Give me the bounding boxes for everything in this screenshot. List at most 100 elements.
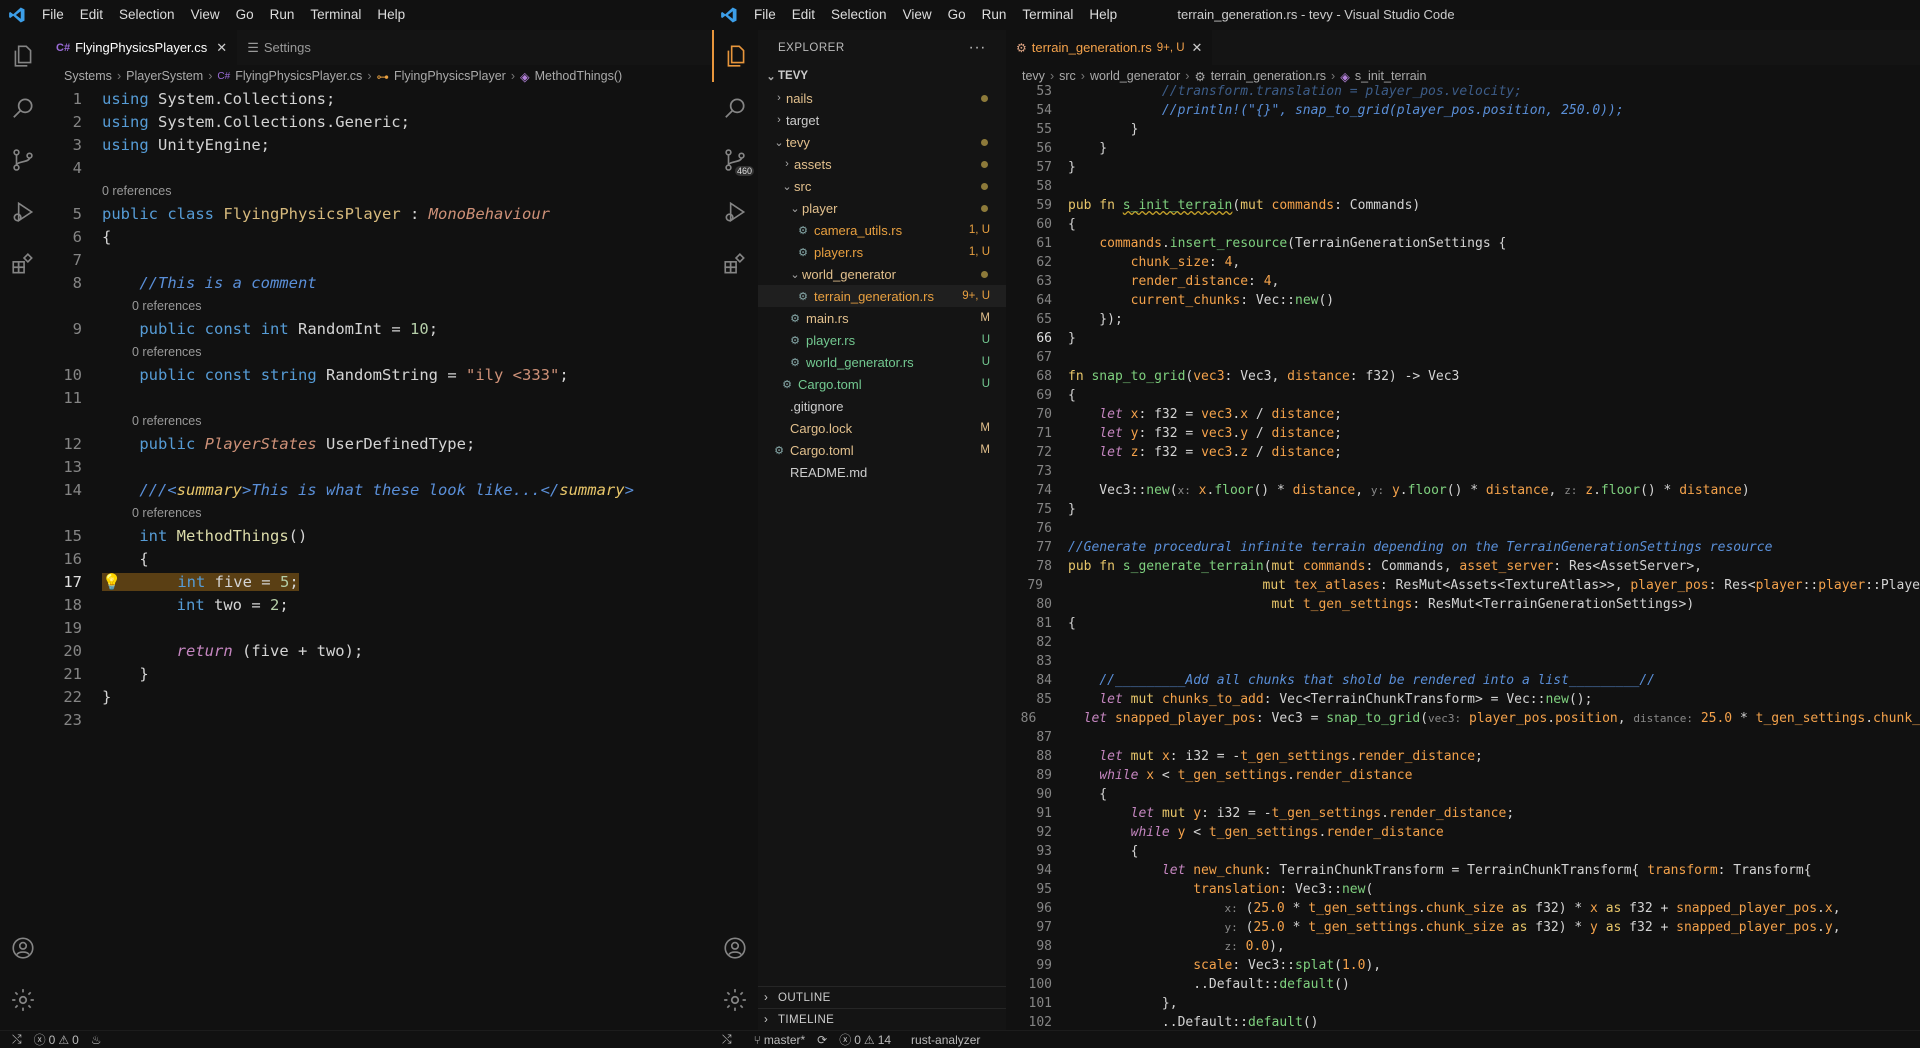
search-icon[interactable] <box>0 82 46 134</box>
right-menu-bar: File Edit Selection View Go Run Terminal… <box>746 0 1125 30</box>
left-vscode-window: File Edit Selection View Go Run Terminal… <box>0 0 712 1048</box>
source-control-icon[interactable]: 460 <box>712 134 758 186</box>
right-code-editor[interactable]: 53 //transform.translation = player_pos.… <box>1006 82 1920 1030</box>
menu-selection[interactable]: Selection <box>111 0 183 30</box>
run-debug-icon[interactable] <box>0 186 46 238</box>
tree-folder[interactable]: ⌄ tevy <box>758 131 1006 153</box>
breadcrumb-item[interactable]: PlayerSystem <box>126 69 203 83</box>
menu-view[interactable]: View <box>183 0 228 30</box>
tab-settings[interactable]: ☰ Settings <box>237 30 321 65</box>
menu-go[interactable]: Go <box>940 0 974 30</box>
code-lens[interactable]: 0 references <box>46 180 712 203</box>
menu-edit[interactable]: Edit <box>784 0 823 30</box>
breadcrumb-item[interactable]: s_init_terrain <box>1355 69 1427 83</box>
left-code-editor[interactable]: 1 using System.Collections; 2 using System.… <box>46 88 712 1030</box>
breadcrumb-item[interactable]: FlyingPhysicsPlayer <box>394 69 506 83</box>
menu-file[interactable]: File <box>34 0 72 30</box>
breadcrumb-item[interactable]: Systems <box>64 69 112 83</box>
code-line: 82 <box>1036 635 1052 650</box>
outline-section[interactable]: › OUTLINE <box>758 986 1006 1008</box>
workspace-root[interactable]: ⌄ TEVY <box>758 65 1006 87</box>
menu-help[interactable]: Help <box>1081 0 1125 30</box>
remote-icon[interactable]: ⤭ <box>0 1032 28 1047</box>
menu-help[interactable]: Help <box>369 0 413 30</box>
tab-terrain-generation[interactable]: ⚙ terrain_generation.rs 9+, U ✕ <box>1006 30 1213 65</box>
breadcrumb-item[interactable]: FlyingPhysicsPlayer.cs <box>235 69 362 83</box>
more-actions-icon[interactable]: ··· <box>969 39 986 57</box>
code-line: 60{ <box>1036 217 1076 232</box>
problems-indicator[interactable]: ⓧ 0 ⚠ 0 <box>28 1031 85 1048</box>
breadcrumb-item[interactable]: MethodThings() <box>535 69 623 83</box>
code-line: 55 } <box>1036 122 1139 137</box>
rust-analyzer-status[interactable]: rust-analyzer <box>905 1033 986 1047</box>
code-lens[interactable]: 0 references <box>46 410 712 433</box>
menu-terminal[interactable]: Terminal <box>1014 0 1081 30</box>
modified-dot-icon <box>981 160 988 168</box>
breadcrumb-item[interactable]: src <box>1059 69 1076 83</box>
tree-file[interactable]: ⚙ terrain_generation.rs 9+, U <box>758 285 1006 307</box>
tree-item-label: Cargo.toml <box>790 442 854 458</box>
tree-folder[interactable]: › nails <box>758 87 1006 109</box>
code-line: 83 <box>1036 654 1052 669</box>
git-branch-item[interactable]: ⑂ master* <box>748 1033 812 1047</box>
tree-file[interactable]: ⚙ player.rs 1, U <box>758 241 1006 263</box>
modified-dot-icon <box>981 138 988 146</box>
breadcrumb-item[interactable]: tevy <box>1022 69 1045 83</box>
tree-file[interactable]: ⚙ Cargo.toml M <box>758 439 1006 461</box>
run-debug-icon[interactable] <box>712 186 758 238</box>
code-line: 84 //_________Add all chunks that shold … <box>1036 673 1656 688</box>
menu-selection[interactable]: Selection <box>823 0 895 30</box>
extensions-icon[interactable] <box>0 238 46 290</box>
accounts-icon[interactable] <box>0 922 46 974</box>
extensions-icon[interactable] <box>712 238 758 290</box>
tree-file[interactable]: Cargo.lock M <box>758 417 1006 439</box>
explorer-icon[interactable] <box>0 30 46 82</box>
code-lens[interactable]: 0 references <box>46 341 712 364</box>
menu-view[interactable]: View <box>895 0 940 30</box>
close-icon[interactable]: ✕ <box>216 40 227 56</box>
menu-run[interactable]: Run <box>262 0 303 30</box>
workspace-root-label: TEVY <box>778 70 809 82</box>
close-icon[interactable]: ✕ <box>1192 40 1203 56</box>
code-line: 20 return (five + two); <box>63 642 364 660</box>
tree-file[interactable]: ⚙ Cargo.toml U <box>758 373 1006 395</box>
tree-file[interactable]: ⚙ world_generator.rs U <box>758 351 1006 373</box>
accounts-icon[interactable] <box>712 922 758 974</box>
code-line: 7 <box>72 251 82 269</box>
tree-file[interactable]: ⚙ player.rs U <box>758 329 1006 351</box>
remote-icon[interactable]: ⤭ <box>712 1032 738 1047</box>
timeline-section[interactable]: › TIMELINE <box>758 1008 1006 1030</box>
menu-edit[interactable]: Edit <box>72 0 111 30</box>
tree-file[interactable]: .gitignore <box>758 395 1006 417</box>
menu-file[interactable]: File <box>746 0 784 30</box>
code-line: 79 mut tex_atlases: ResMut<Assets<Textur… <box>1027 578 1920 593</box>
source-control-icon[interactable] <box>0 134 46 186</box>
tree-folder[interactable]: › assets <box>758 153 1006 175</box>
menu-go[interactable]: Go <box>228 0 262 30</box>
flame-icon[interactable]: ♨ <box>85 1033 108 1047</box>
settings-gear-icon[interactable] <box>0 974 46 1026</box>
tab-flyingphysicsplayer[interactable]: C# FlyingPhysicsPlayer.cs ✕ <box>46 30 238 65</box>
tree-folder[interactable]: ⌄ src <box>758 175 1006 197</box>
explorer-icon[interactable] <box>712 30 758 82</box>
code-line: 88 let mut x: i32 = -t_gen_settings.rend… <box>1036 749 1483 764</box>
tree-file[interactable]: ⚙ camera_utils.rs 1, U <box>758 219 1006 241</box>
breadcrumb-item[interactable]: terrain_generation.rs <box>1211 69 1326 83</box>
code-line: 5 public class FlyingPhysicsPlayer : Mono… <box>72 205 550 223</box>
tree-folder[interactable]: › target <box>758 109 1006 131</box>
settings-gear-icon[interactable] <box>712 974 758 1026</box>
tree-file[interactable]: ⚙ main.rs M <box>758 307 1006 329</box>
menu-run[interactable]: Run <box>974 0 1015 30</box>
code-line: 74 Vec3::new(x: x.floor() * distance, y:… <box>1036 483 1750 498</box>
sync-icon[interactable]: ⟳ <box>811 1033 833 1047</box>
tree-folder[interactable]: ⌄ world_generator <box>758 263 1006 285</box>
problems-indicator[interactable]: ⓧ 0 ⚠ 14 <box>833 1031 897 1048</box>
search-icon[interactable] <box>712 82 758 134</box>
tree-file[interactable]: README.md <box>758 461 1006 483</box>
breadcrumb-item[interactable]: world_generator <box>1090 69 1180 83</box>
tree-folder[interactable]: ⌄ player <box>758 197 1006 219</box>
csharp-file-icon: C# <box>217 70 231 82</box>
code-lens[interactable]: 0 references <box>46 502 712 525</box>
menu-terminal[interactable]: Terminal <box>302 0 369 30</box>
code-lens[interactable]: 0 references <box>46 295 712 318</box>
